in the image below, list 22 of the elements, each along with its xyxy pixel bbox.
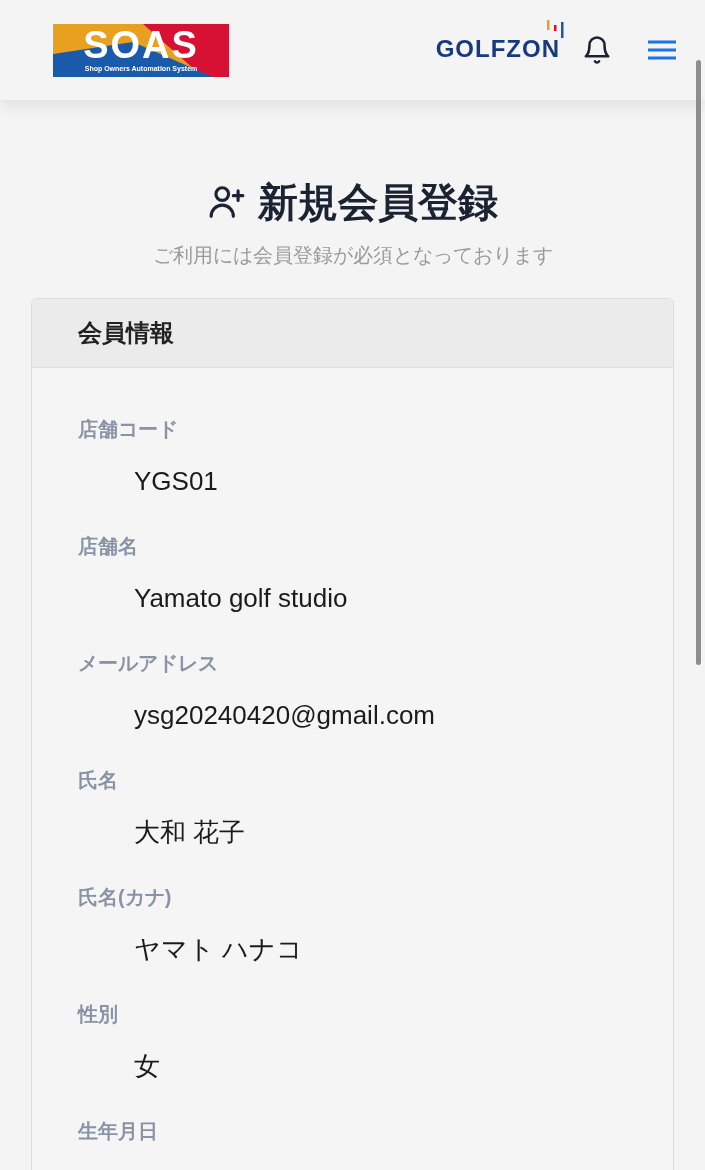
field-value: ヤマト ハナコ — [133, 934, 305, 964]
field-label: 氏名 — [78, 768, 119, 793]
page-subtitle: ご利用には会員登録が必須となっております — [152, 243, 553, 268]
field-value: YGS01 — [133, 466, 219, 496]
card-title: 会員情報 — [78, 318, 174, 348]
scrollbar-thumb[interactable] — [696, 60, 701, 665]
brand-logo: GOLFZON — [435, 34, 560, 62]
field-label: 店舗コード — [78, 417, 179, 442]
field-value: Yamato golf studio — [133, 583, 349, 613]
field-value: 女 — [133, 1051, 161, 1081]
field-label: 店舗名 — [78, 534, 139, 559]
page-title: 新規会員登録 — [257, 182, 498, 222]
field-label: 氏名(カナ) — [78, 885, 173, 910]
field-label: メールアドレス — [78, 651, 219, 676]
field-label: 性別 — [78, 1002, 119, 1027]
bars-icon — [547, 19, 564, 38]
notification-bell-icon[interactable] — [582, 34, 612, 66]
add-user-icon — [207, 183, 246, 221]
field-label: 生年月日 — [78, 1119, 159, 1144]
field-value: ysg20240420@gmail.com — [133, 700, 436, 730]
menu-icon[interactable] — [647, 39, 677, 61]
field-value: 大和 花子 — [133, 817, 247, 847]
